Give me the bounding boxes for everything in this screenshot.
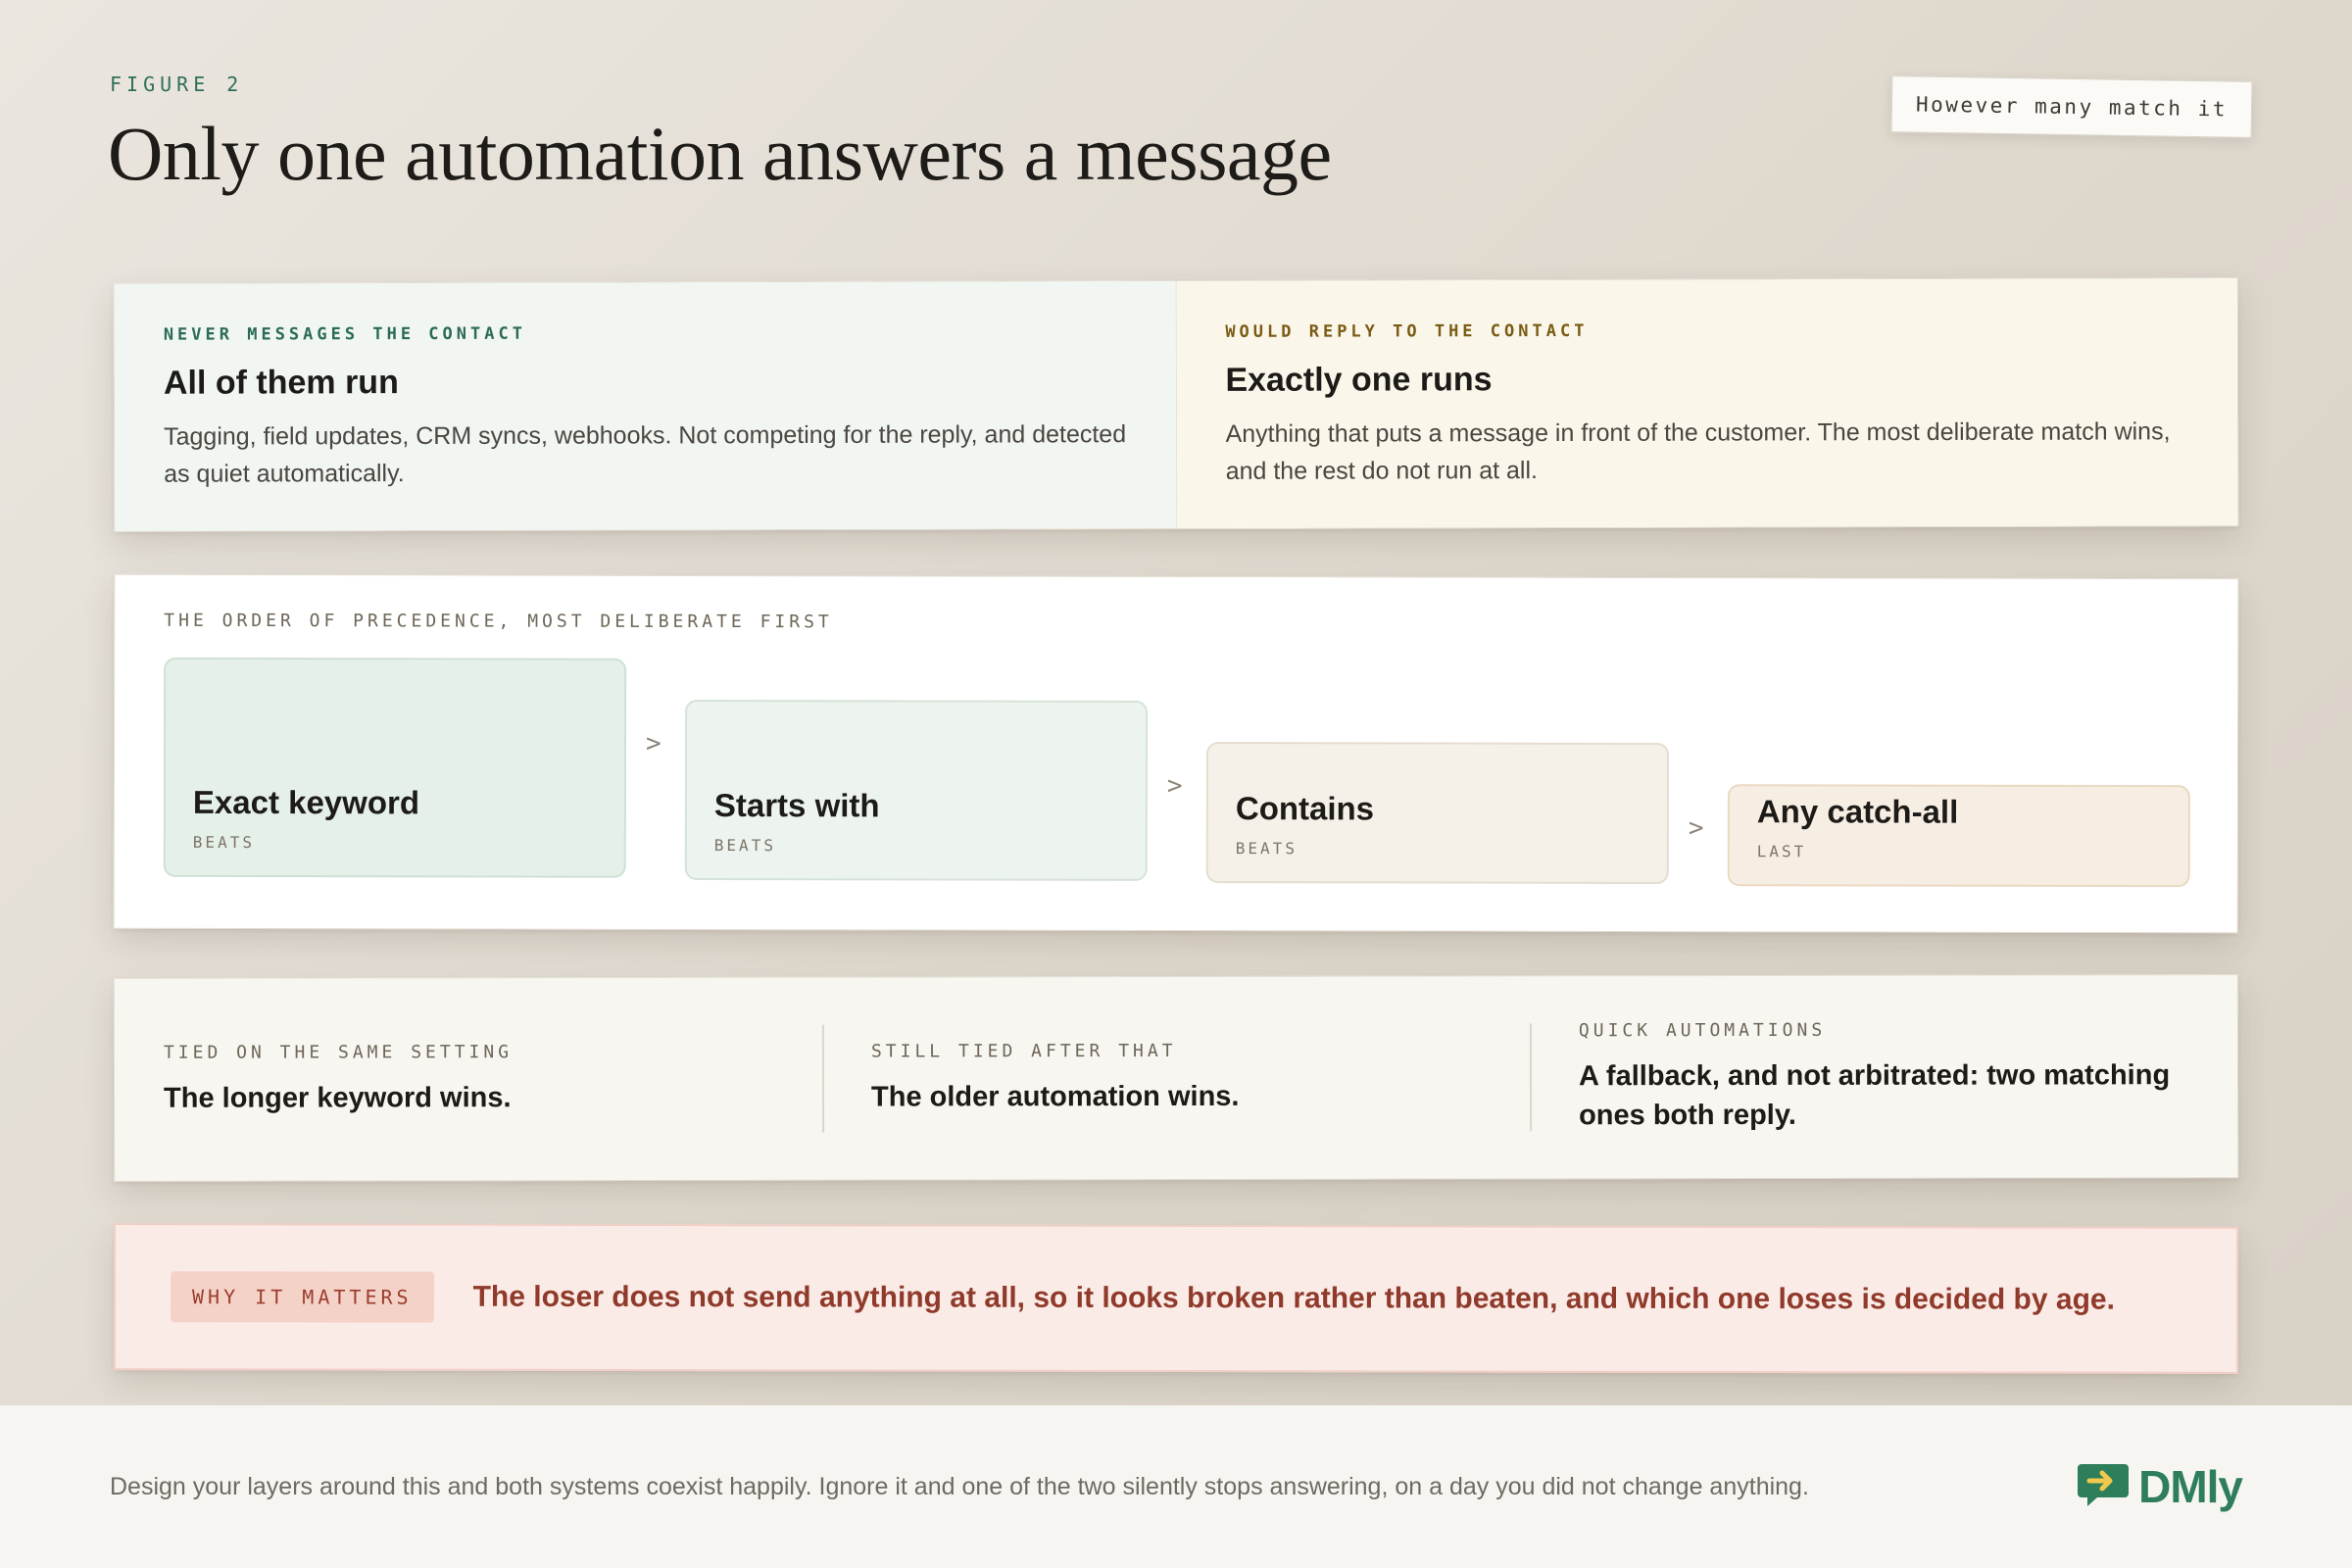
rule-text: A fallback, and not arbitrated: two matc… <box>1578 1058 2171 1131</box>
split-right-panel: WOULD REPLY TO THE CONTACT Exactly one r… <box>1176 278 2238 528</box>
chevron-right-icon: > <box>645 728 662 759</box>
precedence-card: THE ORDER OF PRECEDENCE, MOST DELIBERATE… <box>113 573 2239 934</box>
figure-eyebrow: FIGURE 2 <box>110 73 244 96</box>
split-right-heading: Exactly one runs <box>1225 361 1493 399</box>
chat-arrow-icon <box>2076 1460 2131 1514</box>
split-right-body: Anything that puts a message in front of… <box>1225 417 2171 485</box>
rule-text: The older automation wins. <box>871 1080 1240 1113</box>
split-card: NEVER MESSAGES THE CONTACT All of them r… <box>113 277 2239 532</box>
why-it-matters-callout: WHY IT MATTERS The loser does not send a… <box>113 1223 2239 1374</box>
step-name: Any catch-all <box>1756 793 1959 830</box>
rule-column: QUICK AUTOMATIONS A fallback, and not ar… <box>1530 975 2237 1178</box>
rule-column: STILL TIED AFTER THAT The older automati… <box>822 976 1530 1179</box>
footer: Design your layers around this and both … <box>0 1405 2352 1568</box>
step-name: Starts with <box>713 787 880 824</box>
step-name: Contains <box>1235 790 1375 827</box>
step-name: Exact keyword <box>192 783 420 821</box>
chevron-right-icon: > <box>1688 813 1704 844</box>
footer-note: Design your layers around this and both … <box>110 1472 1809 1500</box>
precedence-step-starts-with: Starts with BEATS <box>684 699 1149 881</box>
precedence-step-contains: Contains BEATS <box>1205 742 1670 885</box>
step-sub: LAST <box>1756 842 1807 861</box>
callout-text: The loser does not send anything at all,… <box>472 1280 2115 1316</box>
split-left-panel: NEVER MESSAGES THE CONTACT All of them r… <box>114 280 1177 531</box>
split-left-body: Tagging, field updates, CRM syncs, webho… <box>164 420 1127 488</box>
step-sub: BEATS <box>713 836 776 856</box>
rule-label: QUICK AUTOMATIONS <box>1578 1019 1827 1041</box>
tag-note: However many match it <box>1890 75 2253 138</box>
step-sub: BEATS <box>1235 839 1298 858</box>
why-it-matters-badge: WHY IT MATTERS <box>170 1271 434 1323</box>
split-right-label: WOULD REPLY TO THE CONTACT <box>1225 320 1589 342</box>
precedence-label: THE ORDER OF PRECEDENCE, MOST DELIBERATE… <box>164 610 833 633</box>
step-sub: BEATS <box>192 832 256 853</box>
split-left-heading: All of them run <box>163 364 399 402</box>
brand-logo: DMly <box>2076 1460 2243 1514</box>
rule-text: The longer keyword wins. <box>164 1081 512 1114</box>
rule-column: TIED ON THE SAME SETTING The longer keyw… <box>115 978 822 1181</box>
precedence-step-exact-keyword: Exact keyword BEATS <box>163 657 627 878</box>
page-title: Only one automation answers a message <box>108 111 1332 196</box>
tie-break-card: TIED ON THE SAME SETTING The longer keyw… <box>113 974 2239 1182</box>
chevron-right-icon: > <box>1166 770 1183 802</box>
precedence-step-any-catch-all: Any catch-all LAST <box>1727 784 2190 888</box>
brand-wordmark: DMly <box>2138 1461 2243 1512</box>
rule-label: TIED ON THE SAME SETTING <box>163 1041 514 1063</box>
rule-label: STILL TIED AFTER THAT <box>870 1040 1177 1062</box>
split-left-label: NEVER MESSAGES THE CONTACT <box>163 323 526 345</box>
